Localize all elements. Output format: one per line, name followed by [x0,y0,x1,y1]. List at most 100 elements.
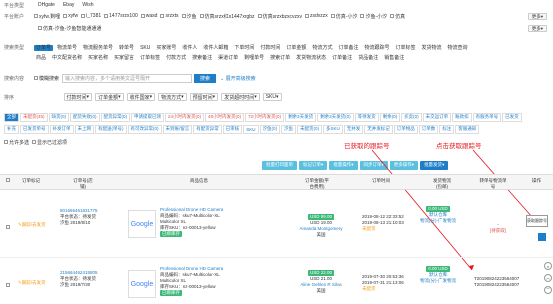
status-tab[interactable]: 补充 [4,124,19,134]
account-item[interactable]: 仿真srzx红x1447xrgbz [199,13,255,20]
status-tab[interactable]: 已审核 [222,124,243,134]
search-type-item[interactable]: SKU [138,45,152,51]
search-type-item[interactable]: 订单备注 [330,54,354,61]
status-tab[interactable]: 有配货异常 [193,124,222,134]
print-label-button[interactable]: 批量打印面单 [262,160,297,170]
status-tab[interactable]: 客服通知 [455,124,480,134]
search-type-item[interactable]: 发货物流状态 [294,54,328,61]
row-checkbox[interactable] [6,225,10,231]
status-tab[interactable]: 等待发货 [354,112,379,122]
search-type-item[interactable]: 转单号 [117,45,136,51]
search-type-item[interactable]: 买家名称 [86,54,110,61]
status-tab[interactable]: 多SKU [323,124,343,134]
account-item[interactable]: xyfw.剩哩 [34,13,60,20]
search-icon[interactable]: ⌕ [544,262,552,270]
search-type-item[interactable]: 渠道订单 [216,54,240,61]
account-item[interactable]: i_7381 [81,13,101,19]
row-tag[interactable]: ✎跟踪/去发货 [18,222,46,228]
sort-reserve[interactable]: 预留时间 ▾ [189,93,219,101]
account-item[interactable]: 1477srzx100 [104,13,138,19]
search-type-item[interactable]: 商品 [34,54,48,61]
search-type-item[interactable]: 货品备注 [356,54,380,61]
batch-op-button[interactable]: 批量操作 ▾ [329,160,358,170]
status-tab[interactable]: 无并发 [343,124,364,134]
search-type-item[interactable]: 物流方式 [310,45,334,51]
platform-dhgate[interactable]: DHgate [34,2,59,8]
sync-order-button[interactable]: 同步订单 ▾ [359,160,388,170]
search-type-item[interactable]: 物流单号 [55,45,79,51]
status-tab[interactable]: 汐鱼(0) [259,124,281,134]
account-item[interactable]: xyfw [63,13,78,19]
search-type-item[interactable]: 订单备注 [336,45,360,51]
scroll-up-icon[interactable]: ︿ [544,274,552,282]
mark-order-button[interactable]: 标记订单 ▾ [299,160,328,170]
account-item[interactable]: 汐鱼-小汐 [360,13,387,20]
allow-multiselect-checkbox[interactable]: 允许多选 [4,139,29,146]
sort-country[interactable]: 收件国家 ▾ [126,93,156,101]
search-input[interactable]: 输入搜索内容，多个请用英文逗号隔开 [62,73,193,83]
status-tab[interactable]: 配货异常(0) [100,112,131,122]
search-type-item[interactable]: 付款方式 [164,54,188,61]
status-tab[interactable]: 已发货单号 [20,124,49,134]
search-button[interactable]: 搜索 [194,73,217,83]
status-tab[interactable]: 剩余3天发货(0) [317,112,354,122]
advanced-search-link[interactable]: ⌄ 展开高级搜索 [220,75,256,82]
search-type-item[interactable]: 物流服务单号 [81,45,115,51]
status-tab[interactable]: 72小时内发货(0) [245,112,285,122]
status-tab[interactable]: 买卖(0) [401,112,422,122]
product-image[interactable]: Google [128,210,156,238]
status-tab[interactable]: SKU [243,124,259,134]
account-item[interactable]: wasd [140,13,157,19]
status-tab[interactable]: 剩余(0) [379,112,401,122]
batch-ship-button[interactable]: 批量发货 ▾ [420,160,449,170]
sort-order-time[interactable]: 下单时间 ▾ [34,93,61,101]
account-item[interactable]: 仿真 [390,13,405,20]
status-tab[interactable]: 未配货(0) [297,124,323,134]
status-tab[interactable]: 24小时内发货(0) [165,112,205,122]
search-type-item[interactable]: 买家留言 [112,54,136,61]
search-type-item[interactable]: 物流查询 [446,45,470,51]
status-tab[interactable]: 无并发标记 [364,124,393,134]
status-tab[interactable]: 有可改异常(0) [127,124,162,134]
status-tab[interactable]: 未到账/留言 [162,124,193,134]
search-type-item[interactable]: 中文配货名称 [50,54,84,61]
scroll-down-icon[interactable]: ﹀ [544,286,552,294]
platform-ebay[interactable]: Ebay [59,2,78,8]
notice-item[interactable]: 仿真-汐鱼-汐鱼智能通通通 [38,25,101,32]
sort-sku[interactable]: SKU ▾ [262,93,282,101]
search-type-item[interactable]: 搜索备注 [190,54,214,61]
status-tab[interactable]: 订单物品 [393,124,418,134]
notice-more-button[interactable]: 更多 ▾ [527,25,547,32]
search-type-item[interactable]: 买家账号 [154,45,178,51]
status-tab[interactable]: 未配货(45) [20,112,48,122]
row-tag[interactable]: ✎跟踪/去发货 [18,280,46,286]
ship-method[interactable]: 物流(分)-广发物流 [418,278,458,284]
status-tab[interactable]: 汐鱼 [281,124,297,134]
search-type-item[interactable]: 付款时间 [258,45,282,51]
search-type-item[interactable]: 剩哩单号 [242,54,266,61]
get-tracking-button[interactable]: 获取跟踪号 [526,215,548,227]
account-item[interactable]: 汐鱼 [181,13,197,20]
status-tab[interactable]: 缺货(0) [48,112,70,122]
status-tab[interactable]: 有配送(单号) [95,124,127,134]
status-tab[interactable]: 账款扣 [452,112,472,122]
search-type-order-no[interactable]: 订单号 [34,44,54,51]
status-tab[interactable]: 订单数 [418,124,439,134]
status-tab[interactable]: 申请提取已领 [131,112,165,122]
status-tab[interactable]: 标注 [439,124,455,134]
status-tab[interactable]: 未上网 [74,124,94,134]
search-type-item[interactable]: 收件人邮箱 [201,45,230,51]
account-item[interactable]: 仿真-小汐 [330,13,357,20]
search-type-item[interactable]: 物流跟踪号 [362,45,391,51]
platform-wish[interactable]: Wish [78,2,97,8]
sort-pay-time[interactable]: 付款时间 ▾ [63,93,93,101]
ship-method[interactable]: 物流(分)-广发物流 [418,218,458,224]
status-tab[interactable]: 未交运订单 [422,112,452,122]
search-type-item[interactable]: 下单时间 [232,45,256,51]
account-item[interactable]: srzxts [160,13,179,19]
status-tab[interactable]: 48小时内发货(0) [205,112,245,122]
search-type-item[interactable]: 销售备注 [382,54,406,61]
row-checkbox[interactable] [6,283,10,289]
more-icon[interactable] [538,233,546,241]
sort-logistics[interactable]: 物流方式 ▾ [158,93,187,101]
